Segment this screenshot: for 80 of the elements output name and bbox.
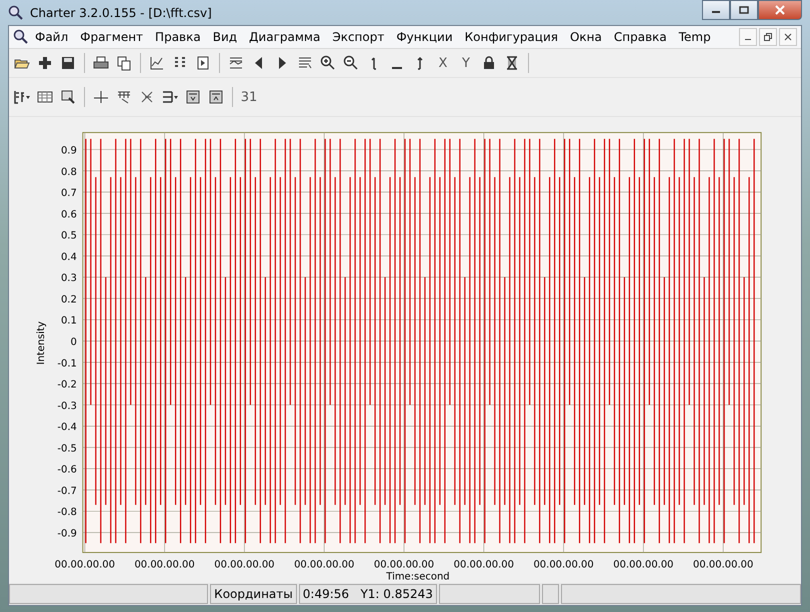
menu-item[interactable]: Функции — [390, 30, 459, 44]
menu-item[interactable]: Справка — [608, 30, 673, 44]
crosshair-icon — [93, 89, 109, 105]
chart-type-dropdown-icon — [14, 89, 30, 105]
x-tick-label: 00.00.00.00 — [454, 559, 514, 570]
x-tick-label: 00.00.00.00 — [134, 559, 195, 570]
layer-up-icon — [208, 89, 224, 105]
line-chart-icon — [149, 55, 165, 71]
y-tick-label: 0.2 — [60, 294, 77, 306]
x-tick-label: 00.00.00.00 — [54, 559, 115, 570]
toolbar-button[interactable]: X — [432, 52, 454, 74]
x-tick-label: 00.00.00.00 — [613, 559, 674, 570]
y-tick-label: -0.9 — [57, 528, 77, 540]
table-icon — [37, 89, 53, 105]
y-tick-label: -0.1 — [57, 358, 77, 370]
magnifier-icon — [13, 29, 29, 45]
y-axis-label: Intensity — [36, 321, 47, 365]
y-tick-label: -0.3 — [57, 400, 77, 412]
close-icon — [775, 5, 785, 15]
lines-chart-icon — [228, 55, 244, 71]
x-tick-label: 00.00.00.00 — [214, 559, 275, 570]
menu-item[interactable]: Конфигурация — [458, 30, 564, 44]
menu-item[interactable]: Окна — [564, 30, 608, 44]
x-tick-label: 00.00.00.00 — [693, 559, 754, 570]
y-tick-label: 0.8 — [60, 166, 77, 178]
close-button[interactable] — [758, 0, 802, 20]
menu-item[interactable]: Temp — [672, 30, 717, 44]
minimize-button[interactable] — [702, 0, 730, 20]
menu-item[interactable]: Файл — [29, 30, 74, 44]
zoom-in-icon — [320, 55, 336, 71]
y-tick-label: 0 — [70, 337, 77, 348]
copy-icon — [116, 55, 132, 71]
y-tick-label: -0.4 — [57, 422, 77, 434]
menu-item[interactable]: Вид — [206, 30, 244, 44]
layer-down-icon — [185, 89, 201, 105]
select-chart-icon — [60, 89, 76, 105]
menu-item[interactable]: Экспорт — [326, 30, 390, 44]
y-tick-label: 0.6 — [60, 209, 77, 220]
y-tick-label: -0.8 — [57, 507, 77, 518]
save-icon — [60, 55, 76, 71]
zoom-out-icon — [343, 55, 359, 71]
status-text: 0:49:56 Y1: 0.85243 — [298, 584, 437, 604]
menu-item[interactable]: Правка — [149, 30, 207, 44]
printer-icon — [93, 55, 109, 71]
y-tick-label: -0.6 — [57, 464, 77, 476]
grid-cursor-icon — [116, 89, 132, 105]
x-tick-label: 00.00.00.00 — [374, 559, 434, 570]
maximize-icon — [739, 6, 749, 14]
restore-icon — [764, 33, 772, 41]
toolbar-button[interactable]: 31 — [238, 86, 260, 108]
close-icon — [784, 33, 792, 41]
menu-item[interactable]: Диаграмма — [243, 30, 326, 44]
x-tick-label: 00.00.00.00 — [294, 559, 354, 570]
cross-arrows-icon — [139, 89, 155, 105]
lines-dropdown-icon — [162, 89, 178, 105]
close-button[interactable] — [779, 28, 797, 46]
chart-export-icon — [195, 55, 211, 71]
toolbar-button[interactable]: Y — [455, 52, 477, 74]
magnifier-icon — [8, 4, 24, 20]
plus-icon — [37, 55, 53, 71]
window-title: Charter 3.2.0.155 - [D:\fft.csv] — [30, 6, 213, 20]
y-tick-label: 0.3 — [60, 273, 77, 284]
y-tick-label: -0.2 — [57, 380, 77, 391]
y-tick-label: 0.5 — [60, 230, 77, 242]
y-tick-label: 0.1 — [60, 316, 77, 327]
menu-item[interactable]: Фрагмент — [74, 30, 150, 44]
x-tick-label: 00.00.00.00 — [533, 559, 594, 570]
y-tick-label: -0.7 — [57, 486, 77, 497]
maximize-button[interactable] — [730, 0, 758, 20]
y-tick-label: 0.7 — [60, 188, 77, 200]
lock-icon — [481, 55, 497, 71]
y-tick-label: 0.9 — [60, 146, 77, 156]
restore-button[interactable] — [759, 28, 777, 46]
lines-arrow-icon — [297, 55, 313, 71]
y-tick-label: 0.4 — [60, 252, 77, 263]
x-axis-label: Time:second — [386, 571, 450, 582]
underscore-icon — [392, 67, 402, 69]
y-tick-label: -0.5 — [57, 443, 77, 454]
status-text: Координаты — [210, 584, 297, 604]
hourglass-icon — [504, 55, 520, 71]
